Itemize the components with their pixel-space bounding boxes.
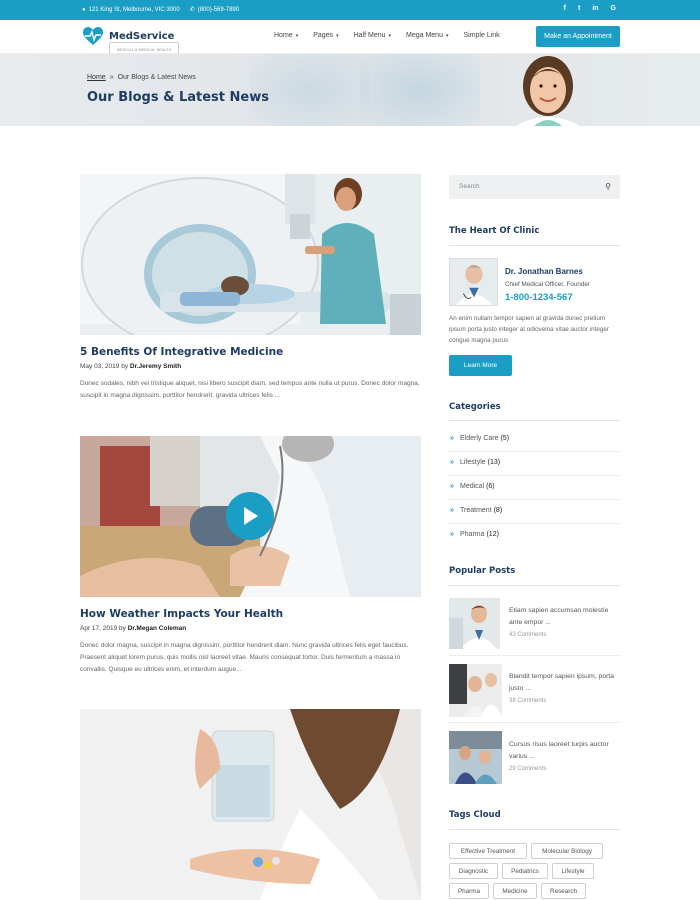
post-image-ct-scan[interactable] bbox=[80, 174, 421, 335]
page-title: Our Blogs & Latest News bbox=[87, 90, 269, 105]
address: ● 121 King St, Melbourne, VIC 3000 bbox=[82, 6, 180, 13]
post-image-pills[interactable] bbox=[80, 709, 421, 900]
post-author[interactable]: Dr.Jeremy Smith bbox=[130, 363, 181, 370]
nav-home[interactable]: Home ▾ bbox=[274, 32, 298, 39]
popular-post-comments: 38 Comments bbox=[509, 698, 547, 704]
widget-title-categories: Categories bbox=[449, 402, 501, 412]
post-excerpt: Donec sodales, nibh vel tristique alique… bbox=[80, 380, 420, 399]
widget-title-popular: Popular Posts bbox=[449, 566, 516, 576]
popular-post-comments: 29 Comments bbox=[509, 766, 547, 772]
divider bbox=[449, 829, 620, 830]
tag-item[interactable]: Pediatrics bbox=[502, 863, 548, 879]
banner-background bbox=[360, 54, 480, 126]
double-chevron-right-icon: » bbox=[450, 459, 454, 466]
widget-title-clinic: The Heart Of Clinic bbox=[449, 226, 540, 236]
make-appointment-button[interactable]: Make an Appointment bbox=[536, 26, 620, 47]
logo-text: MedService MEDICAL & MEDICAL HEALTH bbox=[109, 30, 180, 58]
post-excerpt: Donec dolor magna, suscipit in magna dig… bbox=[80, 642, 409, 673]
nav-half-menu[interactable]: Half Menu ▾ bbox=[354, 32, 391, 39]
logo[interactable]: MedService MEDICAL & MEDICAL HEALTH bbox=[82, 26, 180, 58]
popular-post-thumbnail[interactable] bbox=[449, 598, 500, 649]
main-nav: Home ▾ Pages ▾ Half Menu ▾ Mega Menu ▾ Simpl… bbox=[274, 32, 515, 39]
category-item[interactable]: » Lifestyle (13) bbox=[449, 452, 620, 476]
post-meta: Apr 17, 2019 by Dr.Megan Coleman bbox=[80, 625, 187, 632]
popular-post-comments: 43 Comments bbox=[509, 632, 547, 638]
popular-post-thumbnail[interactable] bbox=[449, 664, 502, 717]
linkedin-icon[interactable]: in bbox=[592, 5, 598, 12]
post-date: May 03, 2019 bbox=[80, 363, 120, 370]
breadcrumb-separator: » bbox=[109, 74, 114, 81]
doctor-portrait-image bbox=[504, 54, 590, 126]
post-meta: May 03, 2019 by Dr.Jeremy Smith bbox=[80, 363, 182, 370]
divider bbox=[449, 722, 620, 723]
doctor-phone[interactable]: 1-800-1234-567 bbox=[505, 292, 573, 303]
social-links: f t in G bbox=[564, 5, 616, 12]
location-pin-icon: ● bbox=[82, 6, 86, 13]
top-bar: ● 121 King St, Melbourne, VIC 3000 ✆ (800)… bbox=[0, 0, 700, 20]
search-icon[interactable]: ⚲ bbox=[605, 182, 611, 191]
post-author[interactable]: Dr.Megan Coleman bbox=[128, 625, 187, 632]
popular-post-thumbnail[interactable] bbox=[449, 731, 502, 784]
widget-title-tags: Tags Cloud bbox=[449, 810, 501, 820]
category-item[interactable]: » Elderly Care (5) bbox=[449, 428, 620, 452]
popular-post-title[interactable]: Blandit tempor sapien ipsum, porta justo… bbox=[509, 671, 619, 695]
double-chevron-right-icon: » bbox=[450, 507, 454, 514]
doctor-name: Dr. Jonathan Barnes bbox=[505, 267, 583, 276]
chevron-down-icon: ▾ bbox=[445, 33, 449, 39]
tag-item[interactable]: Effective Treatment bbox=[449, 843, 527, 859]
post-title[interactable]: How Weather Impacts Your Health bbox=[80, 608, 283, 620]
breadcrumb-current: Our Blogs & Latest News bbox=[117, 74, 196, 81]
breadcrumb: Home» Our Blogs & Latest News bbox=[87, 74, 196, 81]
play-icon bbox=[244, 507, 258, 525]
divider bbox=[449, 585, 620, 586]
breadcrumb-home[interactable]: Home bbox=[87, 74, 106, 81]
category-item[interactable]: » Pharma (12) bbox=[449, 524, 620, 548]
heart-logo-icon bbox=[83, 27, 103, 45]
double-chevron-right-icon: » bbox=[450, 435, 454, 442]
tag-item[interactable]: Lifestyle bbox=[552, 863, 594, 879]
search-input[interactable]: Search ⚲ bbox=[449, 175, 620, 199]
nav-mega-menu[interactable]: Mega Menu ▾ bbox=[406, 32, 448, 39]
double-chevron-right-icon: » bbox=[450, 483, 454, 490]
tag-item[interactable]: Diagnostic bbox=[449, 863, 498, 879]
contact-info: ● 121 King St, Melbourne, VIC 3000 ✆ (800)… bbox=[82, 6, 240, 14]
google-icon[interactable]: G bbox=[611, 5, 616, 12]
chevron-down-icon: ▾ bbox=[388, 33, 391, 39]
tag-item[interactable]: Pharma bbox=[449, 883, 489, 899]
logo-name: MedService bbox=[109, 30, 175, 42]
chevron-down-icon: ▾ bbox=[336, 33, 339, 39]
popular-post-title[interactable]: Etiam sapien accumsan molestie ante empo… bbox=[509, 605, 619, 629]
phone-icon: ✆ bbox=[189, 7, 195, 13]
twitter-icon[interactable]: t bbox=[578, 5, 580, 12]
popular-post-title[interactable]: Cursus risus laoreet turpis auctor variu… bbox=[509, 739, 619, 763]
tag-item[interactable]: Molecular Biology bbox=[531, 843, 603, 859]
doctor-role: Chief Medical Officer, Founder bbox=[505, 281, 590, 288]
category-item[interactable]: » Medical (6) bbox=[449, 476, 620, 500]
facebook-icon[interactable]: f bbox=[564, 5, 566, 12]
doctor-avatar bbox=[449, 258, 498, 306]
tag-item[interactable]: Research bbox=[541, 883, 586, 899]
phone: ✆ (800)-569-7890 bbox=[189, 6, 240, 14]
nav-pages[interactable]: Pages ▾ bbox=[313, 32, 338, 39]
divider bbox=[449, 655, 620, 656]
doctor-description: An enim nullam tempor sapien at gravida … bbox=[449, 315, 609, 344]
double-chevron-right-icon: » bbox=[450, 531, 454, 538]
chevron-down-icon: ▾ bbox=[295, 33, 299, 39]
post-title[interactable]: 5 Benefits Of Integrative Medicine bbox=[80, 346, 283, 358]
post-date: Apr 17, 2019 bbox=[80, 625, 118, 632]
page-banner: Home» Our Blogs & Latest News Our Blogs &… bbox=[0, 54, 700, 126]
play-button[interactable] bbox=[226, 492, 274, 540]
nav-simple-link[interactable]: Simple Link bbox=[463, 32, 499, 39]
tag-item[interactable]: Medicine bbox=[493, 883, 537, 899]
search-placeholder: Search bbox=[459, 183, 480, 190]
divider bbox=[449, 245, 620, 246]
category-item[interactable]: » Treatment (8) bbox=[449, 500, 620, 524]
site-header: MedService MEDICAL & MEDICAL HEALTH Home… bbox=[0, 20, 700, 58]
learn-more-button[interactable]: Learn More bbox=[449, 355, 512, 376]
divider bbox=[449, 420, 620, 421]
